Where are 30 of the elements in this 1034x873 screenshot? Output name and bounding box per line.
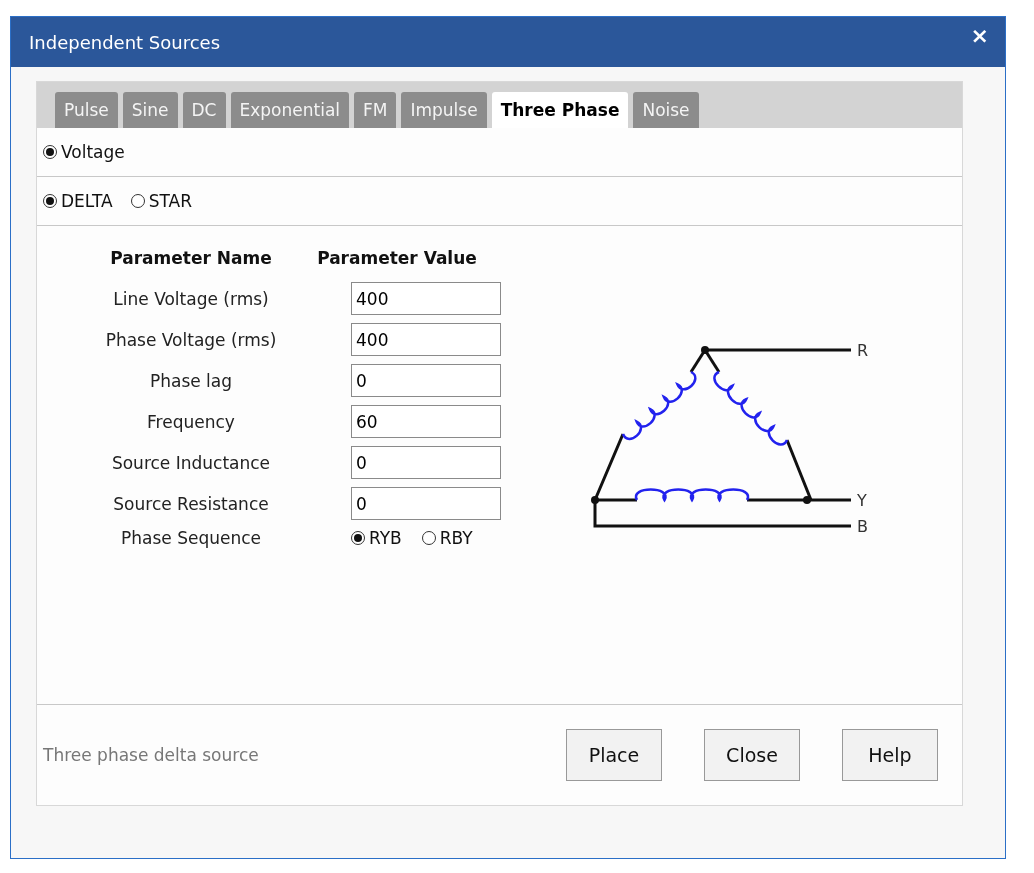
connection-radio[interactable]: DELTA [43,191,113,211]
window-title: Independent Sources [29,31,220,53]
dialog-button[interactable]: Place [566,729,662,781]
dialog-button[interactable]: Close [704,729,800,781]
dialog-button[interactable]: Help [842,729,938,781]
column-header: Parameter Value [316,248,478,270]
parameter-input[interactable]: 60 [351,405,501,438]
parameter-input[interactable]: 0 [351,487,501,520]
connection-radio[interactable]: STAR [130,191,192,211]
status-text: Three phase delta source [43,745,259,765]
phase-sequence-radio[interactable]: RYB [351,528,402,548]
parameter-name: Frequency [146,411,236,432]
parameter-name: Source Inductance [110,452,272,473]
parameter-name: Phase lag [148,370,234,391]
phase-sequence-radio[interactable]: RBY [421,528,473,548]
parameter-input[interactable]: 0 [351,364,501,397]
parameter-input[interactable]: 400 [351,323,501,356]
parameter-name: Phase Voltage (rms) [104,329,278,350]
terminal-label: Y [857,491,867,510]
parameter-name: Line Voltage (rms) [112,288,270,309]
close-button[interactable]: × [970,22,989,48]
parameter-name: Phase Sequence [120,528,262,548]
terminal-label: R [857,341,869,360]
source-type-radio[interactable]: Voltage [43,142,125,162]
parameter-input[interactable]: 400 [351,282,501,315]
terminal-label: B [857,517,868,536]
tab[interactable]: Three Phase [491,92,629,128]
parameter-input[interactable]: 0 [351,446,501,479]
parameter-name: Source Resistance [112,493,270,514]
column-header: Parameter Name [109,248,273,270]
